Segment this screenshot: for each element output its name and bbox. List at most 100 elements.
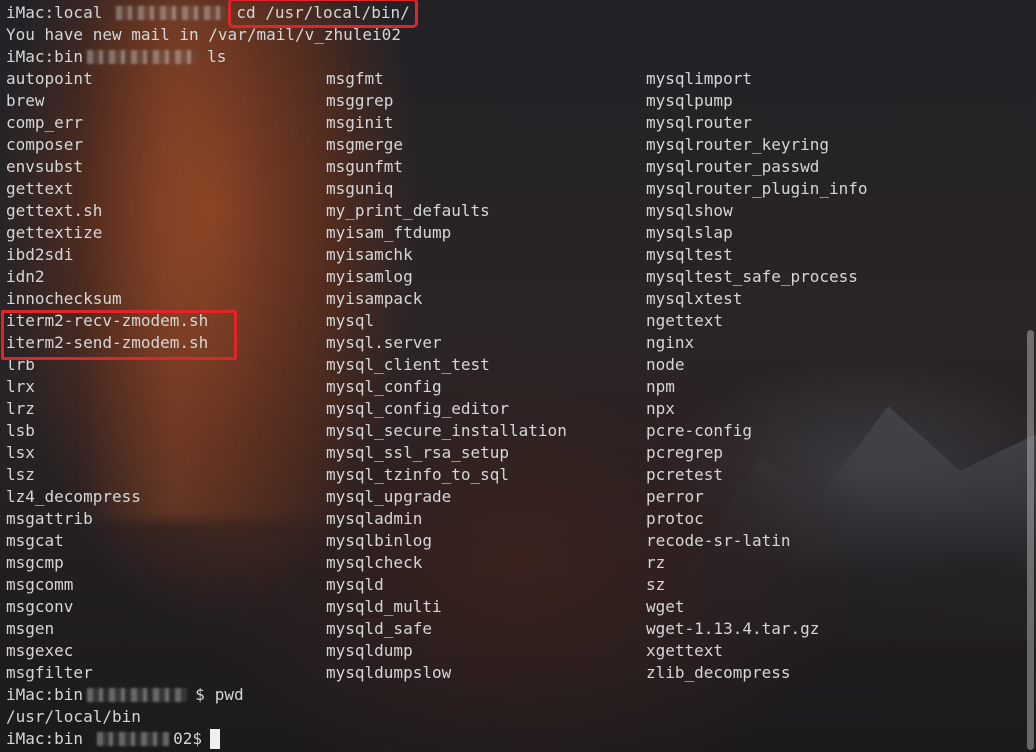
file-name: lrb (6, 355, 35, 374)
file-name: mysqlpump (646, 91, 733, 110)
prompt-suffix: $ (195, 685, 205, 704)
listing-row: msgattrib mysqladmin protoc (6, 508, 868, 530)
file-name: idn2 (6, 267, 45, 286)
file-name: msgfilter (6, 663, 93, 682)
file-name: mysqldump (326, 641, 413, 660)
listing-row: msgconv mysqld_multi wget (6, 596, 868, 618)
file-name: zlib_decompress (646, 663, 791, 682)
file-name: mysql.server (326, 333, 442, 352)
file-name: npx (646, 399, 675, 418)
file-name: wget (646, 597, 685, 616)
file-name: autopoint (6, 69, 93, 88)
listing-row: iterm2-recv-zmodem.sh mysql ngettext (6, 310, 868, 332)
mail-notice: You have new mail in /var/mail/v_zhulei0… (6, 25, 401, 44)
file-name: lsb (6, 421, 35, 440)
file-name: msguniq (326, 179, 394, 198)
file-name: mysqlrouter (646, 113, 752, 132)
command-pwd: pwd (214, 685, 244, 704)
file-name: mysqld (326, 575, 384, 594)
file-name: pcregrep (646, 443, 724, 462)
listing-row: lrx mysql_config npm (6, 376, 868, 398)
listing-row: brew msggrep mysqlpump (6, 90, 868, 112)
listing-row: innochecksum myisampack mysqlxtest (6, 288, 868, 310)
listing-row: comp_err msginit mysqlrouter (6, 112, 868, 134)
prompt-host-bin: iMac:bin (6, 685, 84, 704)
file-name: node (646, 355, 685, 374)
file-name: msgattrib (6, 509, 93, 528)
file-name: nginx (646, 333, 695, 352)
file-name: iterm2-recv-zmodem.sh (6, 311, 209, 330)
ls-listing: autopoint msgfmt mysqlimport brew msggrep mys… (6, 68, 868, 684)
file-name: rz (646, 553, 666, 572)
listing-row: msgfilter mysqldumpslow zlib_decompress (6, 662, 868, 684)
file-name: myisam_ftdump (326, 223, 452, 242)
listing-row: lsb mysql_secure_installation pcre-config (6, 420, 868, 442)
listing-row: lz4_decompress mysql_upgrade perror (6, 486, 868, 508)
redacted-username (116, 6, 227, 20)
file-name: mysql_tzinfo_to_sql (326, 465, 510, 484)
pwd-output-line: /usr/local/bin (6, 706, 868, 728)
file-name: gettext.sh (6, 201, 103, 220)
file-name: mysql_secure_installation (326, 421, 567, 440)
file-name: my_print_defaults (326, 201, 490, 220)
file-name: msgconv (6, 597, 74, 616)
file-name: sz (646, 575, 666, 594)
file-name: comp_err (6, 113, 84, 132)
prompt-host: iMac:local (6, 3, 103, 22)
file-name: msgunfmt (326, 157, 404, 176)
file-name: mysql_upgrade (326, 487, 452, 506)
file-name: iterm2-send-zmodem.sh (6, 333, 209, 352)
file-name: mysqld_safe (326, 619, 432, 638)
file-name: pcre-config (646, 421, 752, 440)
prompt-host-bin: iMac:bin (6, 47, 84, 66)
file-name: msggrep (326, 91, 394, 110)
file-name: lsx (6, 443, 35, 462)
file-name: perror (646, 487, 704, 506)
listing-row: composer msgmerge mysqlrouter_keyring (6, 134, 868, 156)
file-name: mysqlxtest (646, 289, 743, 308)
file-name: msginit (326, 113, 394, 132)
file-name: myisampack (326, 289, 423, 308)
file-name: mysqlslap (646, 223, 733, 242)
file-name: lsz (6, 465, 35, 484)
file-name: xgettext (646, 641, 724, 660)
file-name: mysqlrouter_keyring (646, 135, 830, 154)
scrollbar-thumb[interactable] (1027, 330, 1034, 750)
file-name: myisamlog (326, 267, 413, 286)
prompt-line-current[interactable]: iMac:bin 02$ (6, 728, 868, 750)
listing-row: gettextize myisam_ftdump mysqlslap (6, 222, 868, 244)
file-name: mysqlimport (646, 69, 752, 88)
file-name: mysqladmin (326, 509, 423, 528)
listing-row: lsx mysql_ssl_rsa_setup pcregrep (6, 442, 868, 464)
file-name: mysql_config_editor (326, 399, 510, 418)
file-name: msgen (6, 619, 55, 638)
terminal-output: iMac:local cd /usr/local/bin/ You have n… (6, 0, 868, 750)
file-name: lz4_decompress (6, 487, 141, 506)
file-name: mysqlbinlog (326, 531, 432, 550)
redacted-username (87, 688, 188, 702)
file-name: mysqlcheck (326, 553, 423, 572)
file-name: npm (646, 377, 675, 396)
file-name: wget-1.13.4.tar.gz (646, 619, 820, 638)
text-cursor (209, 729, 220, 749)
file-name: mysql_ssl_rsa_setup (326, 443, 510, 462)
file-name: lrz (6, 399, 35, 418)
file-name: msgexec (6, 641, 74, 660)
file-name: msgfmt (326, 69, 384, 88)
listing-row: lrz mysql_config_editor npx (6, 398, 868, 420)
file-name: gettext (6, 179, 74, 198)
command-ls: ls (207, 47, 227, 66)
pwd-output: /usr/local/bin (6, 707, 141, 726)
listing-row: idn2 myisamlog mysqltest_safe_process (6, 266, 868, 288)
listing-row: gettext msguniq mysqlrouter_plugin_info (6, 178, 868, 200)
listing-row: iterm2-send-zmodem.sh mysql.server nginx (6, 332, 868, 354)
terminal-window[interactable]: iMac:local cd /usr/local/bin/ You have n… (0, 0, 1036, 752)
redacted-username (87, 50, 198, 64)
file-name: msgcat (6, 531, 64, 550)
file-name: msgmerge (326, 135, 404, 154)
listing-row: lsz mysql_tzinfo_to_sql pcretest (6, 464, 868, 486)
prompt-host-bin: iMac:bin (6, 729, 84, 748)
file-name: composer (6, 135, 84, 154)
listing-row: ibd2sdi myisamchk mysqltest (6, 244, 868, 266)
file-name: mysqlshow (646, 201, 733, 220)
